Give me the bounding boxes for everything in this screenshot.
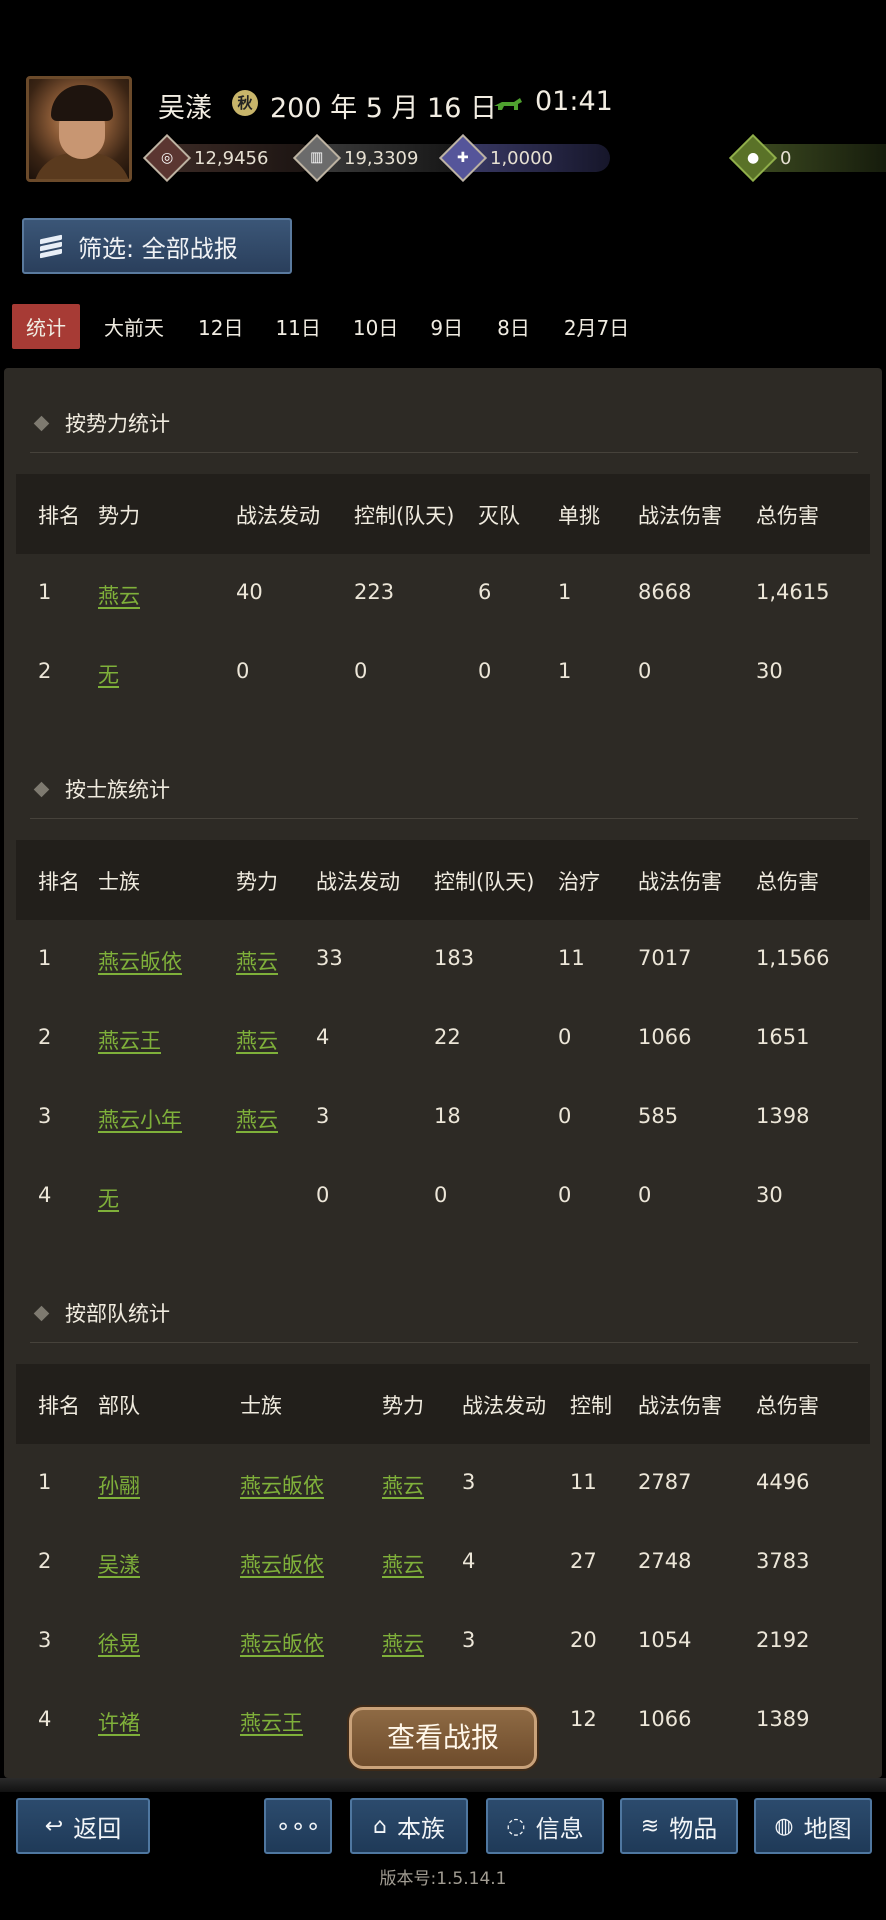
clan-link[interactable]: 燕云皈依 <box>240 1549 324 1579</box>
clan-link[interactable]: 燕云皈依 <box>240 1628 324 1658</box>
iron-icon: ✚ <box>457 149 469 166</box>
copper-value: 12,9456 <box>194 147 269 169</box>
clan-link[interactable]: 燕云王 <box>240 1707 303 1737</box>
tab-day-before-yesterday[interactable]: 大前天 <box>104 312 164 341</box>
season-badge-icon: 秋 <box>232 90 258 116</box>
date-tabs: 统计 大前天 12日 11日 10日 9日 8日 2月7日 <box>12 303 629 349</box>
horse-speed-icon <box>494 98 522 110</box>
items-button[interactable]: ≋ 物品 <box>620 1798 738 1854</box>
back-arrow-icon: ↩ <box>44 1813 64 1839</box>
force-link[interactable]: 燕云 <box>98 580 140 610</box>
wood-resource: ▥ 19,3309 <box>292 133 464 183</box>
bottom-strip <box>0 1778 886 1792</box>
filter-layers-icon <box>38 233 64 259</box>
troop-link[interactable]: 孙翮 <box>98 1470 140 1500</box>
grain-bag-icon: ● <box>746 150 760 166</box>
force-link[interactable]: 燕云 <box>382 1470 424 1500</box>
copper-resource: ◎ 12,9456 <box>142 133 314 183</box>
force-link[interactable]: 无 <box>98 659 119 689</box>
tab-9[interactable]: 9日 <box>430 312 463 341</box>
clan-link[interactable]: 燕云皈依 <box>240 1470 324 1500</box>
force-link[interactable]: 燕云 <box>382 1628 424 1658</box>
tab-stats[interactable]: 统计 <box>12 303 80 349</box>
wood-icon: ▥ <box>310 149 324 166</box>
force-link[interactable]: 燕云 <box>236 946 278 976</box>
tab-feb-7[interactable]: 2月7日 <box>564 312 629 341</box>
filter-label: 筛选: 全部战报 <box>78 234 238 263</box>
game-date: 200 年 5 月 16 日 <box>270 93 497 124</box>
clan-table-header: 排名 士族 势力 战法发动 控制(队天) 治疗 战法伤害 总伤害 <box>16 840 870 920</box>
clan-link[interactable]: 无 <box>98 1183 119 1213</box>
troop-table-header: 排名 部队 士族 势力 战法发动 控制 战法伤害 总伤害 <box>16 1364 870 1444</box>
tab-10[interactable]: 10日 <box>353 312 398 341</box>
stats-panel: 按势力统计 排名 势力 战法发动 控制(队天) 灭队 单挑 战法伤害 总伤害 1… <box>4 368 882 1778</box>
troop-link[interactable]: 徐晃 <box>98 1628 140 1658</box>
filter-button[interactable]: 筛选: 全部战报 <box>22 218 292 274</box>
more-dots-icon: ∘∘∘ <box>275 1812 321 1840</box>
diamond-bullet-icon <box>33 1305 50 1321</box>
food-value: 0 <box>780 147 792 169</box>
troop-link[interactable]: 许褚 <box>98 1707 140 1737</box>
troop-link[interactable]: 吴漾 <box>98 1549 140 1579</box>
force-link[interactable]: 燕云 <box>382 1549 424 1579</box>
tab-12[interactable]: 12日 <box>198 312 243 341</box>
wood-value: 19,3309 <box>344 147 419 169</box>
tab-11[interactable]: 11日 <box>275 312 320 341</box>
more-button[interactable]: ∘∘∘ <box>264 1798 332 1854</box>
player-avatar[interactable] <box>26 76 132 182</box>
force-table-header: 排名 势力 战法发动 控制(队天) 灭队 单挑 战法伤害 总伤害 <box>16 474 870 554</box>
view-report-button[interactable]: 查看战报 <box>349 1707 537 1769</box>
items-bag-icon: ≋ <box>640 1813 660 1839</box>
clan-section-title: 按士族统计 <box>30 774 170 804</box>
globe-map-icon: ◍ <box>774 1813 794 1839</box>
iron-value: 1,0000 <box>490 147 553 169</box>
diamond-bullet-icon <box>33 781 50 797</box>
food-resource: ● 0 <box>728 133 886 183</box>
player-name: 吴漾 <box>158 93 212 124</box>
game-time: 01:41 <box>535 86 613 117</box>
clan-button[interactable]: ⌂ 本族 <box>350 1798 468 1854</box>
tab-8[interactable]: 8日 <box>497 312 530 341</box>
force-section-title: 按势力统计 <box>30 408 170 438</box>
copper-coin-icon: ◎ <box>160 150 174 166</box>
force-link[interactable]: 燕云 <box>236 1025 278 1055</box>
diamond-bullet-icon <box>33 415 50 431</box>
chat-bubble-icon: ◌ <box>506 1813 526 1839</box>
iron-resource: ✚ 1,0000 <box>438 133 610 183</box>
back-button[interactable]: ↩ 返回 <box>16 1798 150 1854</box>
avatar-hair <box>51 85 113 121</box>
clan-house-icon: ⌂ <box>373 1813 387 1839</box>
clan-link[interactable]: 燕云皈依 <box>98 946 182 976</box>
info-button[interactable]: ◌ 信息 <box>486 1798 604 1854</box>
version-label: 版本号:1.5.14.1 <box>379 1869 507 1889</box>
force-link[interactable]: 燕云 <box>236 1104 278 1134</box>
troop-section-title: 按部队统计 <box>30 1298 170 1328</box>
clan-link[interactable]: 燕云小年 <box>98 1104 182 1134</box>
map-button[interactable]: ◍ 地图 <box>754 1798 872 1854</box>
clan-link[interactable]: 燕云王 <box>98 1025 161 1055</box>
